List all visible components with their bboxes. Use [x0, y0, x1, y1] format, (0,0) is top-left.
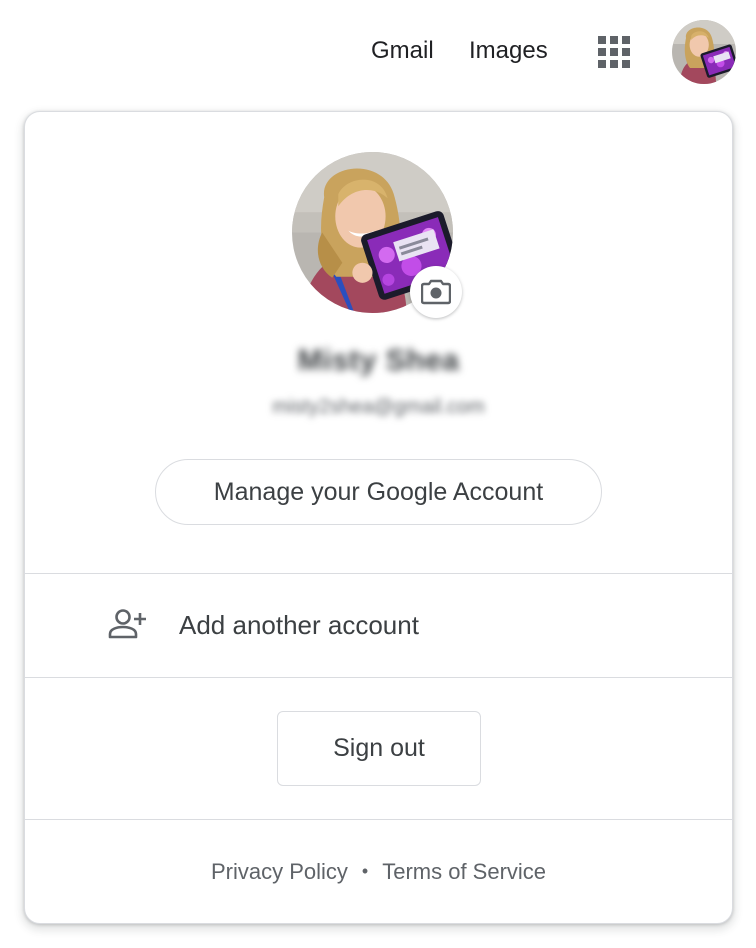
change-photo-button[interactable] [410, 266, 462, 318]
sign-out-button[interactable]: Sign out [277, 711, 481, 786]
gmail-link[interactable]: Gmail [371, 34, 434, 68]
account-email: misty2shea@gmail.com [272, 396, 485, 418]
account-name: Misty Shea [297, 344, 460, 377]
profile-photo [672, 20, 736, 84]
profile-section: Misty Shea misty2shea@gmail.com Manage y… [25, 112, 732, 573]
top-bar: Gmail Images [0, 0, 756, 104]
images-link[interactable]: Images [469, 34, 548, 68]
divider [25, 819, 732, 820]
add-another-account-item[interactable]: Add another account [25, 574, 732, 677]
camera-icon [421, 279, 451, 305]
google-apps-button[interactable] [592, 30, 636, 74]
footer-links: Privacy Policy • Terms of Service [25, 856, 732, 887]
footer-separator: • [361, 861, 369, 881]
divider [25, 677, 732, 678]
add-account-label: Add another account [179, 610, 419, 640]
privacy-policy-link[interactable]: Privacy Policy [211, 859, 348, 884]
person-add-icon [108, 609, 146, 639]
manage-account-button[interactable]: Manage your Google Account [155, 459, 602, 525]
account-avatar-button[interactable] [672, 20, 736, 84]
account-popup: Misty Shea misty2shea@gmail.com Manage y… [24, 111, 733, 924]
apps-grid-icon [598, 36, 630, 68]
terms-of-service-link[interactable]: Terms of Service [382, 859, 546, 884]
